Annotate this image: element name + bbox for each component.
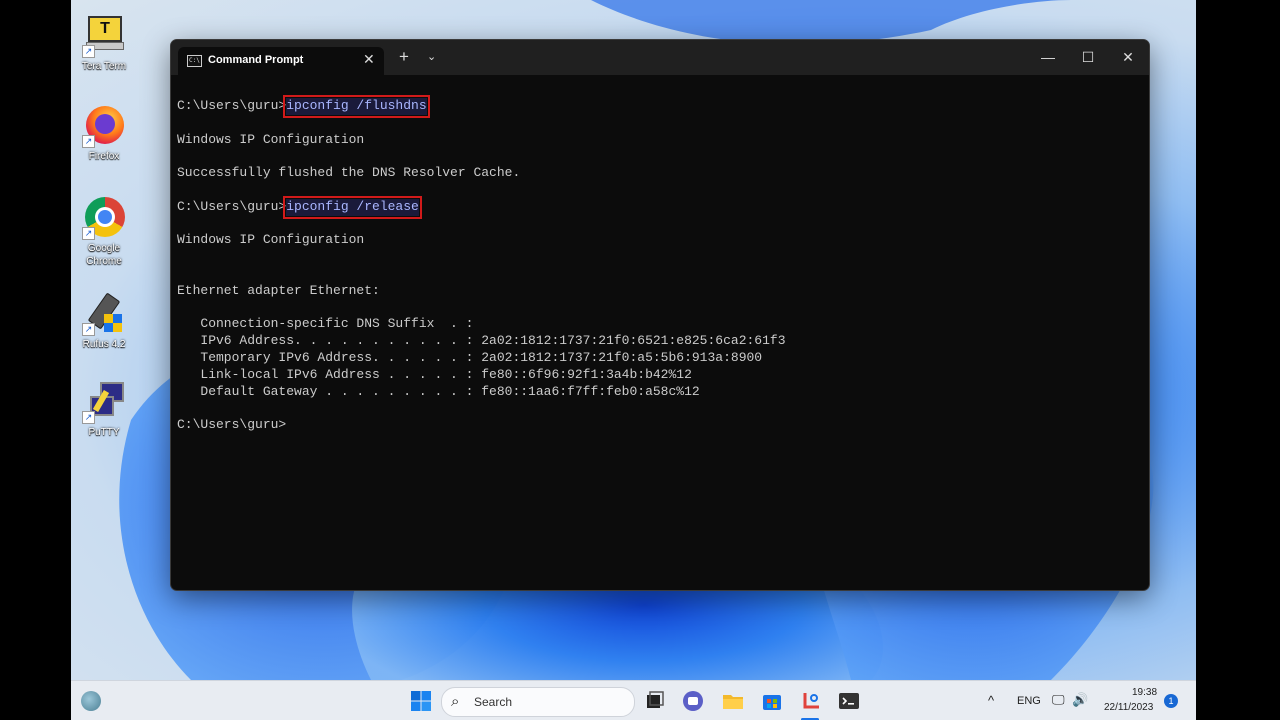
console-text: Successfully flushed the DNS Resolver Ca… xyxy=(177,165,521,181)
chevron-down-icon[interactable]: ⌄ xyxy=(427,50,436,63)
console-command: ipconfig /flushdns xyxy=(283,95,430,118)
task-view-icon[interactable] xyxy=(642,689,666,713)
terminal-icon[interactable] xyxy=(837,689,861,713)
console-line: C:\Users\guru>ipconfig /flushdns xyxy=(177,95,1137,118)
desktop-icon-label: PuTTY xyxy=(88,427,120,438)
snipping-tool-icon[interactable] xyxy=(799,689,823,713)
cmd-icon: C:\ xyxy=(187,55,202,67)
minimize-button[interactable]: — xyxy=(1028,46,1068,68)
desktop-icon-firefox[interactable]: ↗ Firefox xyxy=(73,104,135,163)
windows-start-icon[interactable] xyxy=(409,689,433,713)
file-explorer-icon[interactable] xyxy=(721,689,745,713)
firefox-icon: ↗ xyxy=(82,104,126,148)
close-window-button[interactable]: ✕ xyxy=(1108,46,1148,68)
console-text: Temporary IPv6 Address. . . . . . : 2a02… xyxy=(177,349,763,365)
console-line: Link-local IPv6 Address . . . . . : fe80… xyxy=(177,367,1137,384)
console-text: Connection-specific DNS Suffix . : xyxy=(177,316,474,332)
rufus-icon: ↗ xyxy=(82,292,126,336)
new-tab-icon[interactable]: + xyxy=(399,48,409,65)
console-line: Default Gateway . . . . . . . . . : fe80… xyxy=(177,384,1137,401)
console-line: Successfully flushed the DNS Resolver Ca… xyxy=(177,165,1137,182)
maximize-button[interactable]: ☐ xyxy=(1068,46,1108,68)
tab-command-prompt[interactable]: C:\ Command Prompt ✕ xyxy=(178,47,384,75)
console-output[interactable]: C:\Users\guru>ipconfig /flushdns Windows … xyxy=(177,95,1137,578)
console-text: IPv6 Address. . . . . . . . . . . : 2a02… xyxy=(177,333,786,349)
console-text: Windows IP Configuration xyxy=(177,232,365,248)
console-prompt: C:\Users\guru> xyxy=(177,198,287,214)
console-command: ipconfig /release xyxy=(283,195,422,219)
console-line: Windows IP Configuration xyxy=(177,232,1137,249)
console-text: Link-local IPv6 Address . . . . . : fe80… xyxy=(177,366,692,382)
desktop-icon-label: Rufus 4.2 xyxy=(82,339,126,350)
desktop-icon-google-chrome[interactable]: ↗ Google Chrome xyxy=(73,196,135,268)
notification-badge[interactable]: 1 xyxy=(1164,694,1178,708)
console-line: C:\Users\guru> xyxy=(177,417,1137,434)
command-prompt-window: C:\ Command Prompt ✕ + ⌄ — ☐ ✕ C:\Users\… xyxy=(170,39,1150,591)
clock-date[interactable]: 22/11/2023 xyxy=(1104,702,1153,713)
language-indicator[interactable]: ENG xyxy=(1017,695,1041,707)
tray-overflow-chevron-icon[interactable]: ^ xyxy=(988,693,994,708)
volume-icon[interactable]: 🔊 xyxy=(1072,692,1088,708)
desktop-icon-label: Firefox xyxy=(88,151,120,162)
tera-term-icon: T ↗ xyxy=(82,14,126,58)
widgets-icon[interactable] xyxy=(81,691,101,711)
console-text: Default Gateway . . . . . . . . . : fe80… xyxy=(177,383,700,399)
desktop-icon-putty[interactable]: ↗ PuTTY xyxy=(73,380,135,439)
teams-chat-icon[interactable] xyxy=(681,689,705,713)
taskbar: ⌕ Search ^ ENG 🖵 🔊 19:38 22/11/2023 1 xyxy=(71,680,1196,720)
putty-icon: ↗ xyxy=(82,380,126,424)
tab-close-icon[interactable]: ✕ xyxy=(363,51,375,68)
microsoft-store-icon[interactable] xyxy=(760,689,784,713)
taskbar-search-box[interactable]: ⌕ Search xyxy=(441,687,635,717)
console-prompt: C:\Users\guru> xyxy=(177,98,287,113)
tab-title: Command Prompt xyxy=(208,54,304,66)
console-line: C:\Users\guru>ipconfig /release xyxy=(177,195,1137,219)
console-line: Ethernet adapter Ethernet: xyxy=(177,283,1137,300)
console-line: Connection-specific DNS Suffix . : xyxy=(177,316,1137,333)
console-line: Temporary IPv6 Address. . . . . . : 2a02… xyxy=(177,350,1137,367)
desktop-icon-tera-term[interactable]: T ↗ Tera Term xyxy=(73,14,135,73)
desktop-icon-label: Tera Term xyxy=(81,61,127,72)
chrome-icon: ↗ xyxy=(82,196,126,240)
desktop-icon-label: Google Chrome xyxy=(86,243,122,267)
title-bar[interactable]: C:\ Command Prompt ✕ + ⌄ — ☐ ✕ xyxy=(171,40,1149,75)
console-line: Windows IP Configuration xyxy=(177,132,1137,149)
search-placeholder: Search xyxy=(474,695,513,709)
network-icon[interactable]: 🖵 xyxy=(1052,692,1065,708)
desktop-icon-rufus[interactable]: ↗ Rufus 4.2 xyxy=(73,292,135,351)
console-line: IPv6 Address. . . . . . . . . . . : 2a02… xyxy=(177,333,1137,350)
clock-time[interactable]: 19:38 xyxy=(1132,687,1157,698)
console-text: Windows IP Configuration xyxy=(177,131,365,147)
console-text: Ethernet adapter Ethernet: xyxy=(177,282,380,298)
desktop: T ↗ Tera Term ↗ Firefox ↗ Google Chrome … xyxy=(71,0,1196,720)
search-icon: ⌕ xyxy=(451,693,460,710)
console-prompt: C:\Users\guru> xyxy=(177,417,287,433)
